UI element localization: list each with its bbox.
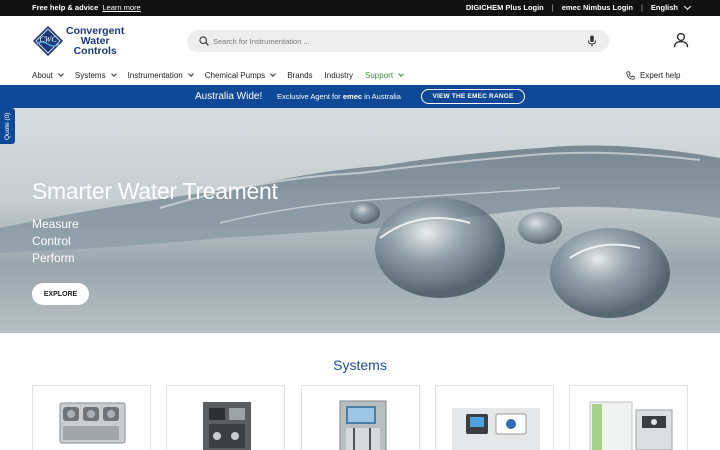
digichem-login-link[interactable]: DIGICHEM Plus Login — [466, 3, 544, 12]
nav-item-about[interactable]: About — [32, 70, 64, 80]
hero-banner: Smarter Water Treament Measure Control P… — [0, 108, 720, 333]
top-links: DIGICHEM Plus Login | emec Nimbus Login … — [466, 2, 692, 12]
expert-help-link[interactable]: Expert help — [626, 68, 680, 82]
nav-label: Chemical Pumps — [204, 70, 266, 80]
hero-tagline: Perform — [32, 251, 75, 265]
system-card[interactable] — [166, 385, 285, 450]
systems-card-row — [32, 385, 692, 450]
logo-mark-icon: CWC — [32, 25, 64, 57]
chevron-down-icon — [270, 70, 277, 77]
logo-mark-text: CWC — [39, 35, 57, 44]
nav-label: Instrumentation — [127, 70, 183, 80]
chevron-down-icon — [110, 70, 117, 77]
main-nav: About Systems Instrumentation Chemical P… — [32, 68, 415, 82]
nav-item-systems[interactable]: Systems — [74, 70, 117, 80]
explore-button[interactable]: EXPLORE — [32, 283, 89, 305]
promo-banner: Australia Wide! Exclusive Agent for emec… — [0, 85, 720, 108]
search-input[interactable] — [213, 33, 573, 49]
user-icon[interactable] — [673, 32, 689, 48]
hero-title: Smarter Water Treament — [32, 178, 278, 204]
logo-line: Controls — [73, 45, 117, 57]
divider: | — [551, 3, 554, 12]
quote-tab[interactable]: Quote (0) — [0, 108, 15, 144]
nav-label: About — [32, 70, 53, 80]
promo-text: Free help & advice — [32, 3, 99, 12]
logo-text: Convergent Water Controls — [66, 26, 124, 57]
hero-tagline: Measure — [32, 217, 79, 231]
language-label: English — [650, 3, 678, 12]
expert-help-label: Expert help — [640, 70, 681, 80]
divider: | — [640, 3, 643, 12]
learn-more-link[interactable]: Learn more — [102, 3, 140, 12]
nav-label: Systems — [74, 70, 106, 80]
emec-nimbus-login-link[interactable]: emec Nimbus Login — [562, 3, 633, 12]
chevron-down-icon — [398, 70, 404, 77]
nav-item-instrumentation[interactable]: Instrumentation — [127, 70, 194, 80]
product-image — [589, 401, 673, 450]
nav-item-chemical-pumps[interactable]: Chemical Pumps — [204, 70, 277, 80]
chevron-down-icon — [683, 2, 692, 10]
language-selector[interactable]: English — [650, 2, 692, 12]
top-bar: Free help & advice Learn more DIGICHEM P… — [0, 0, 720, 16]
banner-region: Australia Wide! — [195, 91, 263, 102]
system-card[interactable] — [301, 385, 420, 450]
product-image — [59, 402, 126, 444]
nav-item-support[interactable]: Support — [365, 70, 404, 80]
agent-prefix: Exclusive Agent for — [277, 92, 341, 101]
product-image — [452, 408, 540, 450]
nav-label: Brands — [287, 70, 313, 80]
logo[interactable]: CWC Convergent Water Controls — [32, 25, 132, 57]
nav-item-industry[interactable]: Industry — [325, 71, 353, 80]
water-splash-image — [0, 145, 720, 318]
nav-item-brands[interactable]: Brands — [287, 71, 312, 80]
nav-label: Industry — [324, 70, 354, 80]
promo: Free help & advice Learn more — [32, 3, 141, 12]
view-emec-range-button[interactable]: VIEW THE EMEC RANGE — [421, 89, 525, 104]
nav-label: Support — [365, 70, 394, 80]
systems-heading: Systems — [333, 357, 387, 373]
chevron-down-icon — [58, 70, 64, 77]
system-card[interactable] — [32, 385, 151, 450]
product-image — [203, 402, 251, 450]
system-card[interactable] — [435, 385, 554, 450]
agent-suffix: in Australia — [364, 92, 401, 101]
product-image — [339, 400, 387, 450]
hero-taglines: Measure Control Perform — [32, 216, 79, 267]
hero-tagline: Control — [32, 234, 71, 248]
system-card[interactable] — [569, 385, 688, 450]
search-icon — [199, 36, 209, 46]
search-bar[interactable] — [187, 30, 609, 52]
agent-brand: emec — [342, 92, 363, 101]
microphone-icon[interactable] — [587, 35, 597, 47]
phone-icon — [626, 70, 635, 80]
banner-agent-text: Exclusive Agent for emec in Australia — [277, 92, 401, 101]
chevron-down-icon — [187, 70, 194, 77]
